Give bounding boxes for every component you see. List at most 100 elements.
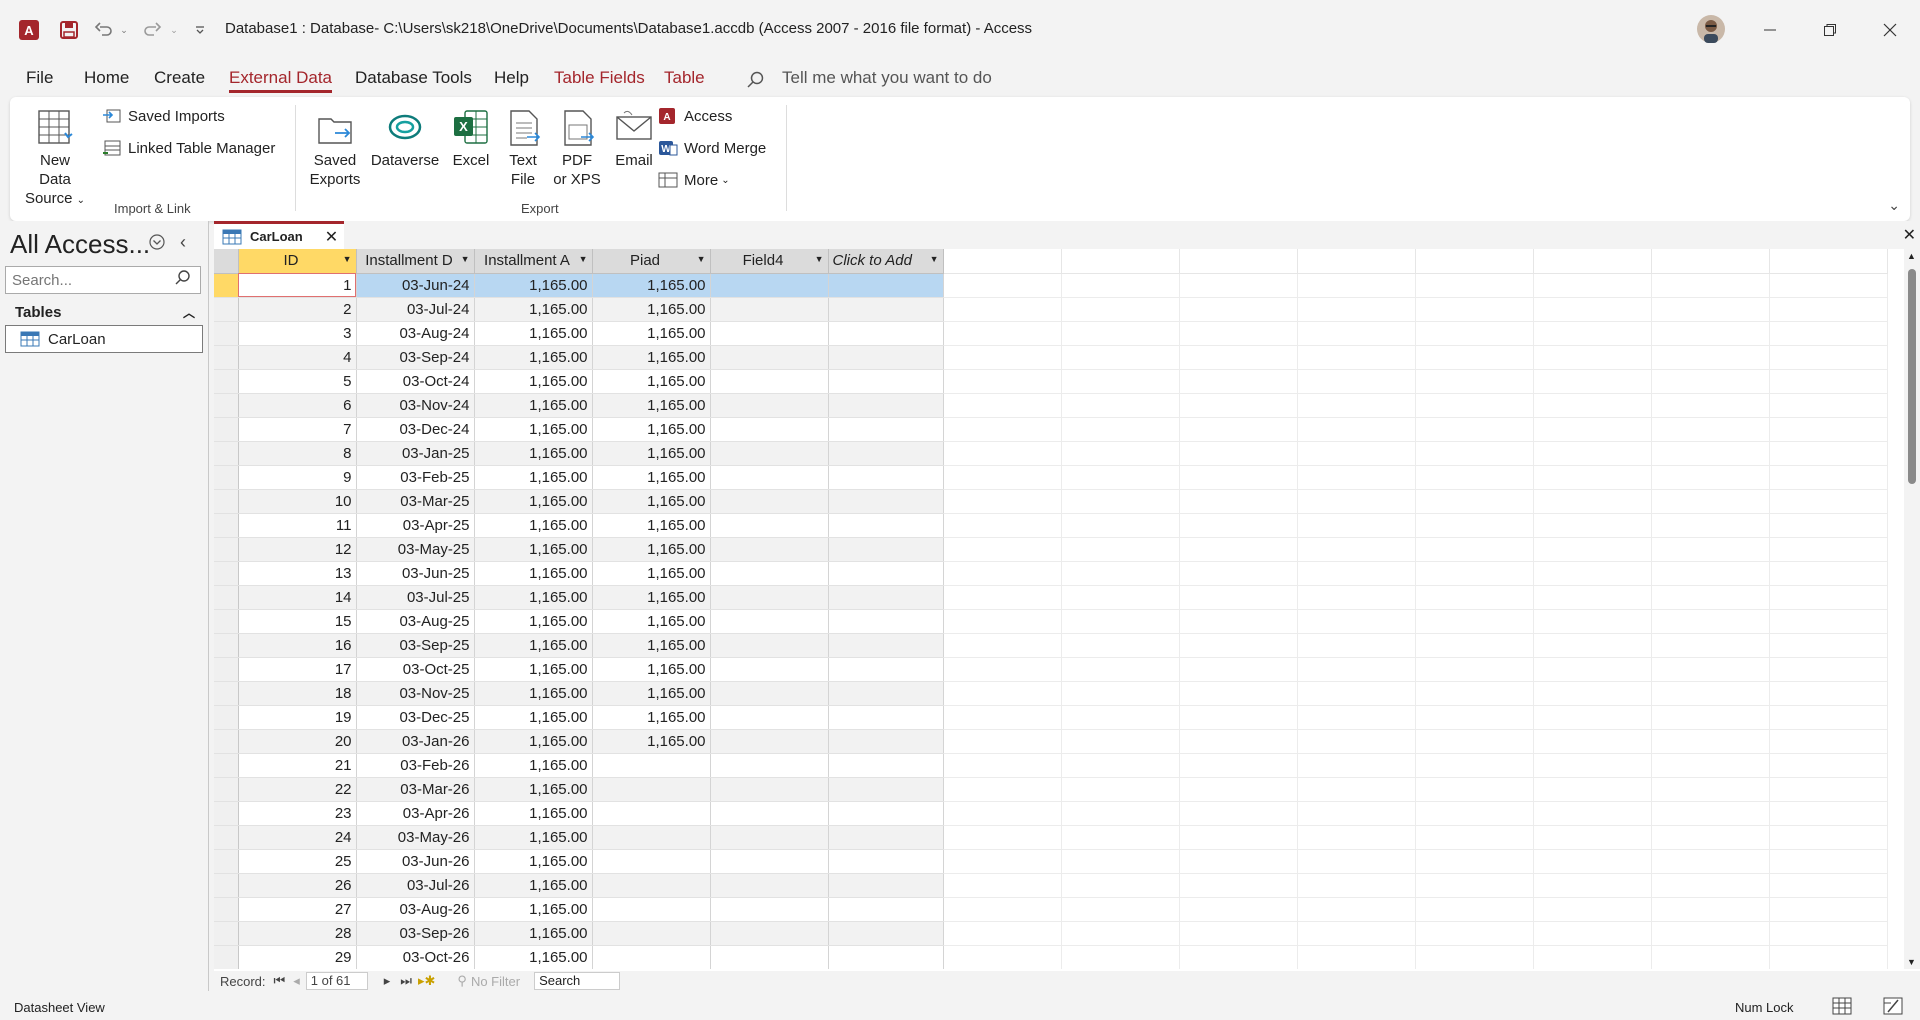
cell-piad[interactable]: 1,165.00 [592,705,711,730]
cell-piad[interactable]: 1,165.00 [592,729,711,754]
cell-click-to-add[interactable] [828,417,944,442]
nav-menu-dropdown-icon[interactable] [148,233,166,255]
cell-id[interactable]: 21 [238,753,357,778]
undo-icon[interactable] [93,18,115,42]
tab-database-tools[interactable]: Database Tools [355,68,472,88]
cell-piad[interactable]: 1,165.00 [592,321,711,346]
cell-click-to-add[interactable] [828,897,944,922]
cell-click-to-add[interactable] [828,921,944,946]
table-row[interactable]: 4 03-Sep-24 1,165.00 1,165.00 [214,345,1888,370]
cell-piad[interactable] [592,753,711,778]
cell-field4[interactable] [710,489,829,514]
column-header-id[interactable]: ID ▼ [238,249,357,274]
scroll-up-icon[interactable]: ▲ [1907,251,1916,261]
tab-help[interactable]: Help [494,68,529,88]
text-file-export-button[interactable]: Text File [501,107,545,189]
cell-installment-date[interactable]: 03-Dec-24 [356,417,475,442]
cell-installment-date[interactable]: 03-Aug-25 [356,609,475,634]
cell-installment-amount[interactable]: 1,165.00 [474,537,593,562]
cell-installment-amount[interactable]: 1,165.00 [474,417,593,442]
record-selector[interactable] [214,681,239,706]
cell-installment-date[interactable]: 03-Jul-26 [356,873,475,898]
collapse-nav-pane-icon[interactable]: ‹ [180,232,186,253]
record-selector[interactable] [214,753,239,778]
cell-installment-amount[interactable]: 1,165.00 [474,801,593,826]
cell-installment-date[interactable]: 03-Jul-25 [356,585,475,610]
cell-installment-amount[interactable]: 1,165.00 [474,369,593,394]
cell-installment-amount[interactable]: 1,165.00 [474,345,593,370]
column-dropdown-icon[interactable]: ▼ [343,254,352,264]
cell-piad[interactable]: 1,165.00 [592,633,711,658]
cell-click-to-add[interactable] [828,441,944,466]
cell-id[interactable]: 20 [238,729,357,754]
customize-toolbar-icon[interactable] [192,18,208,42]
table-row[interactable]: 14 03-Jul-25 1,165.00 1,165.00 [214,585,1888,610]
cell-click-to-add[interactable] [828,489,944,514]
record-selector[interactable] [214,369,239,394]
nav-pane-title[interactable]: All Access... [10,229,150,260]
cell-piad[interactable]: 1,165.00 [592,489,711,514]
email-export-button[interactable]: Email [610,107,658,170]
record-selector[interactable] [214,537,239,562]
table-row[interactable]: 9 03-Feb-25 1,165.00 1,165.00 [214,465,1888,490]
record-selector[interactable] [214,801,239,826]
cell-field4[interactable] [710,681,829,706]
cell-installment-amount[interactable]: 1,165.00 [474,921,593,946]
cell-click-to-add[interactable] [828,945,944,969]
design-view-icon[interactable] [1883,997,1903,1018]
cell-field4[interactable] [710,417,829,442]
record-selector[interactable] [214,945,239,969]
cell-id[interactable]: 23 [238,801,357,826]
current-record-field[interactable]: 1 of 61 [305,972,368,990]
cell-field4[interactable] [710,585,829,610]
column-dropdown-icon[interactable]: ▼ [461,254,470,264]
cell-field4[interactable] [710,513,829,538]
cell-installment-amount[interactable]: 1,165.00 [474,321,593,346]
cell-installment-amount[interactable]: 1,165.00 [474,657,593,682]
cell-installment-date[interactable]: 03-Sep-24 [356,345,475,370]
column-dropdown-icon[interactable]: ▼ [815,254,824,264]
record-selector[interactable] [214,921,239,946]
cell-piad[interactable]: 1,165.00 [592,273,711,298]
minimize-button[interactable] [1750,14,1790,46]
cell-click-to-add[interactable] [828,609,944,634]
nav-search-input[interactable] [6,271,174,289]
cell-piad[interactable] [592,849,711,874]
cell-installment-amount[interactable]: 1,165.00 [474,273,593,298]
table-row[interactable]: 16 03-Sep-25 1,165.00 1,165.00 [214,633,1888,658]
cell-id[interactable]: 26 [238,873,357,898]
redo-dropdown-icon[interactable]: ⌄ [168,18,180,42]
cell-installment-amount[interactable]: 1,165.00 [474,393,593,418]
cell-click-to-add[interactable] [828,681,944,706]
cell-click-to-add[interactable] [828,585,944,610]
cell-piad[interactable]: 1,165.00 [592,297,711,322]
first-record-icon[interactable]: ⏮ [274,973,286,989]
table-row[interactable]: 8 03-Jan-25 1,165.00 1,165.00 [214,441,1888,466]
cell-installment-date[interactable]: 03-Sep-26 [356,921,475,946]
last-record-icon[interactable]: ⏭ [400,973,412,989]
cell-id[interactable]: 4 [238,345,357,370]
record-selector[interactable] [214,585,239,610]
cell-installment-amount[interactable]: 1,165.00 [474,729,593,754]
cell-id[interactable]: 6 [238,393,357,418]
record-selector[interactable] [214,297,239,322]
record-selector[interactable] [214,777,239,802]
tell-me-search[interactable]: Tell me what you want to do [782,68,992,88]
table-row[interactable]: 23 03-Apr-26 1,165.00 [214,801,1888,826]
cell-field4[interactable] [710,441,829,466]
cell-installment-date[interactable]: 03-Feb-26 [356,753,475,778]
cell-field4[interactable] [710,321,829,346]
cell-installment-amount[interactable]: 1,165.00 [474,705,593,730]
cell-field4[interactable] [710,561,829,586]
cell-id[interactable]: 22 [238,777,357,802]
cell-field4[interactable] [710,729,829,754]
table-row[interactable]: 27 03-Aug-26 1,165.00 [214,897,1888,922]
table-row[interactable]: 29 03-Oct-26 1,165.00 [214,945,1888,969]
table-row[interactable]: 20 03-Jan-26 1,165.00 1,165.00 [214,729,1888,754]
close-window-button[interactable] [1870,14,1910,46]
record-selector[interactable] [214,489,239,514]
record-selector[interactable] [214,321,239,346]
record-selector[interactable] [214,849,239,874]
cell-field4[interactable] [710,537,829,562]
save-icon[interactable] [58,18,80,42]
